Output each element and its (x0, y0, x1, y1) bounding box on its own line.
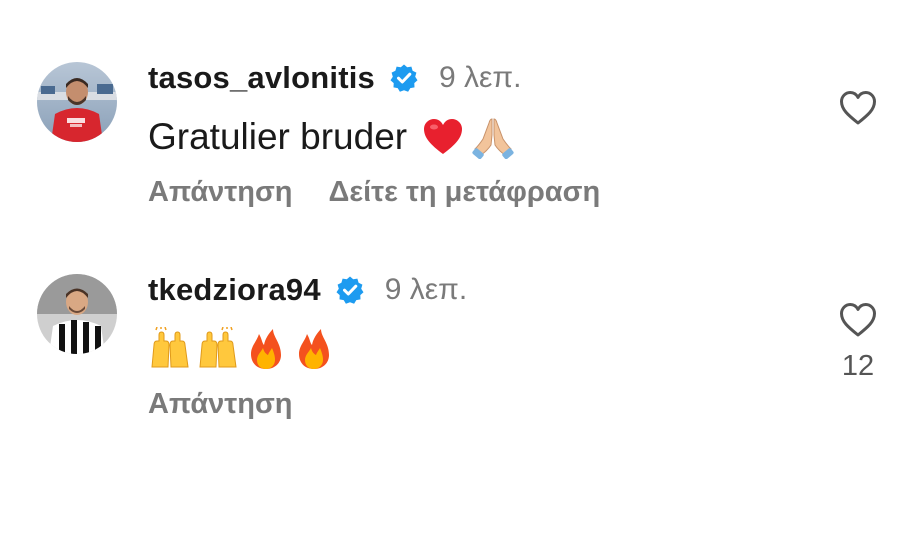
avatar[interactable] (37, 274, 117, 354)
username[interactable]: tkedziora94 (148, 272, 321, 308)
like-area: 12 (832, 302, 884, 383)
verified-badge-icon (389, 63, 419, 93)
like-area (832, 90, 884, 138)
comment-item: tasos_avlonitis 9 λεπ. Gratulier bruder (0, 58, 921, 228)
comment-actions: Απάντηση (148, 382, 293, 426)
comment-text: Gratulier bruder (148, 110, 515, 164)
comment-header: tkedziora94 9 λεπ. (148, 270, 467, 310)
comment-header: tasos_avlonitis 9 λεπ. (148, 58, 521, 98)
username[interactable]: tasos_avlonitis (148, 60, 375, 96)
reply-link[interactable]: Απάντηση (148, 388, 293, 421)
red-heart-emoji-icon (421, 115, 465, 159)
heart-outline-icon[interactable] (839, 302, 877, 338)
like-count: 12 (841, 350, 875, 382)
fire-emoji-icon (244, 327, 288, 371)
raising-hands-emoji-icon (196, 327, 240, 371)
comment-body: Gratulier bruder (148, 116, 408, 157)
comment-item: tkedziora94 9 λεπ. Απάντηση 12 (0, 270, 921, 440)
avatar[interactable] (37, 62, 117, 142)
comment-actions: Απάντηση Δείτε τη μετάφραση (148, 170, 600, 214)
folded-hands-emoji-icon (471, 115, 515, 159)
raising-hands-emoji-icon (148, 327, 192, 371)
comment-timestamp: 9 λεπ. (384, 273, 468, 306)
comment-timestamp: 9 λεπ. (438, 61, 522, 94)
reply-link[interactable]: Απάντηση (148, 176, 293, 209)
fire-emoji-icon (292, 327, 336, 371)
heart-outline-icon[interactable] (839, 90, 877, 126)
verified-badge-icon (335, 275, 365, 305)
comments-list: tasos_avlonitis 9 λεπ. Gratulier bruder (0, 0, 921, 558)
see-translation-link[interactable]: Δείτε τη μετάφραση (329, 176, 601, 209)
comment-text (148, 322, 336, 376)
